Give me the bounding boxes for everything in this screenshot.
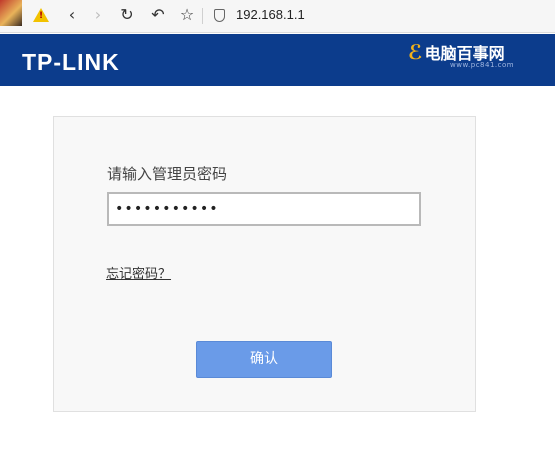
confirm-button[interactable]: 确认 <box>196 341 332 378</box>
undo-icon[interactable]: ↶ <box>148 5 168 25</box>
watermark-url: www.pc841.com <box>450 61 515 69</box>
tp-link-logo: TP-LINK <box>22 49 120 75</box>
back-icon[interactable]: ‹ <box>62 5 82 25</box>
address-bar[interactable]: 192.168.1.1 <box>236 7 305 22</box>
toolbar-divider <box>202 8 203 24</box>
warning-icon <box>33 8 49 22</box>
reload-icon[interactable]: ↻ <box>117 5 137 25</box>
avatar[interactable] <box>0 0 22 26</box>
shield-icon[interactable] <box>214 9 225 22</box>
password-input[interactable] <box>107 192 421 226</box>
forward-icon[interactable]: › <box>88 5 108 25</box>
forgot-password-link[interactable]: 忘记密码？ <box>106 263 171 282</box>
password-prompt: 请输入管理员密码 <box>107 165 228 183</box>
watermark-logo-icon: ℰ <box>408 40 423 64</box>
star-icon[interactable]: ☆ <box>177 5 197 25</box>
browser-toolbar: ‹ › ↻ ↶ ☆ 192.168.1.1 <box>0 0 555 33</box>
